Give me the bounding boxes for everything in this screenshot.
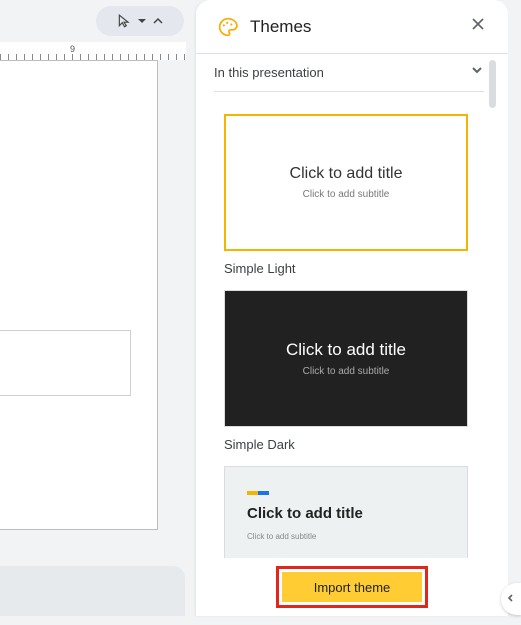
- thumb-title-text: Click to add title: [247, 505, 363, 522]
- horizontal-ruler: 9: [0, 42, 186, 60]
- cursor-tool-icon[interactable]: [117, 14, 131, 28]
- themes-panel-header: Themes: [196, 0, 508, 54]
- import-theme-label: Import theme: [314, 580, 391, 595]
- themes-list: Click to add title Click to add subtitle…: [196, 92, 508, 561]
- theme-name-label: Simple Light: [224, 261, 480, 276]
- panel-title: Themes: [250, 17, 454, 37]
- theme-thumbnail-streamline[interactable]: Click to add title Click to add subtitle: [224, 466, 468, 561]
- collapse-caret-icon[interactable]: [153, 16, 163, 26]
- thumb-subtitle-text: Click to add subtitle: [247, 532, 316, 541]
- theme-thumbnail-simple-dark[interactable]: Click to add title Click to add subtitle: [224, 290, 468, 427]
- slide-text-placeholder[interactable]: [0, 330, 131, 396]
- close-icon: [471, 17, 485, 36]
- chevron-down-icon: [470, 63, 484, 82]
- theme-thumbnail-simple-light[interactable]: Click to add title Click to add subtitle: [224, 114, 468, 251]
- ruler-tick-label: 9: [70, 44, 75, 54]
- workspace-area: 9: [0, 0, 200, 625]
- theme-name-label: Simple Dark: [224, 437, 480, 452]
- dropdown-caret-icon[interactable]: [137, 16, 147, 26]
- import-bar: Import theme: [196, 558, 508, 616]
- slide-canvas[interactable]: [0, 60, 158, 530]
- section-header[interactable]: In this presentation: [214, 54, 484, 92]
- section-title: In this presentation: [214, 65, 470, 80]
- thumb-subtitle-text: Click to add subtitle: [303, 366, 390, 377]
- toolbar-group: [96, 6, 184, 36]
- bottom-panel-stub: [0, 566, 185, 616]
- accent-bar-icon: [247, 491, 269, 495]
- thumb-title-text: Click to add title: [290, 165, 403, 183]
- chevron-left-icon: [506, 590, 516, 608]
- close-panel-button[interactable]: [466, 15, 490, 39]
- themes-panel: Themes In this presentation Click to add…: [196, 0, 508, 616]
- palette-icon: [218, 17, 238, 37]
- tutorial-highlight: Import theme: [276, 566, 428, 608]
- import-theme-button[interactable]: Import theme: [282, 572, 422, 602]
- thumb-title-text: Click to add title: [286, 340, 406, 360]
- thumb-subtitle-text: Click to add subtitle: [303, 189, 390, 200]
